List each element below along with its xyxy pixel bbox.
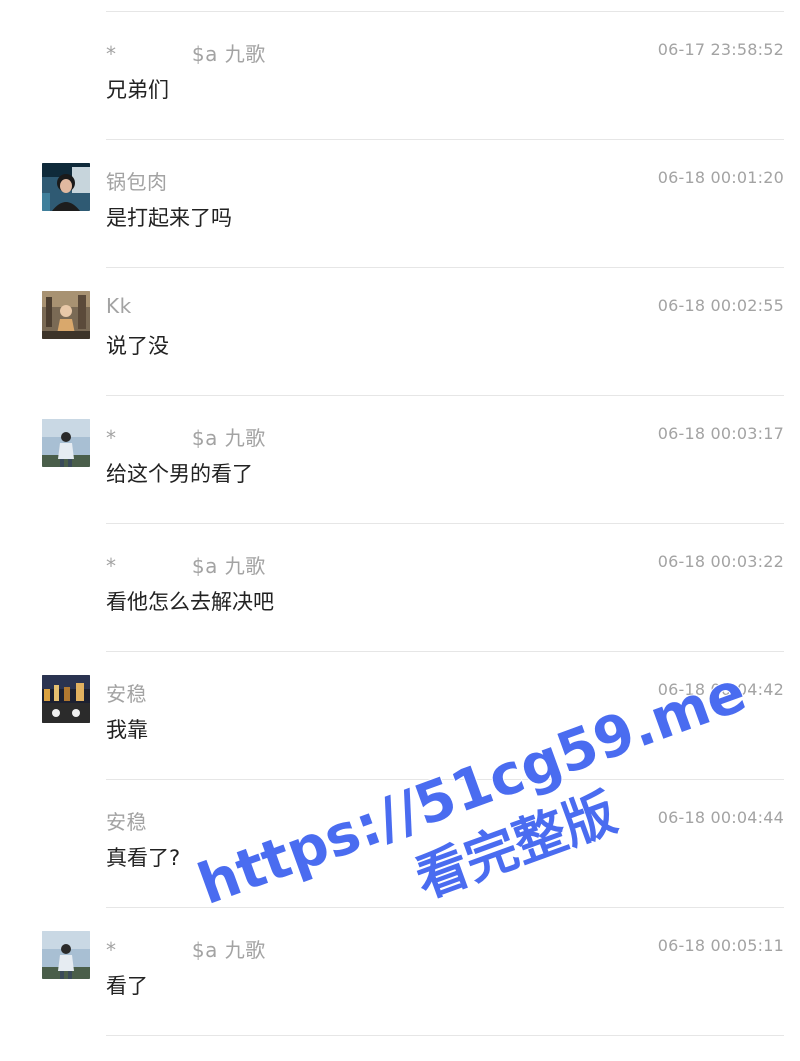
- photo-portrait-icon: [42, 163, 90, 211]
- message-text: 看了: [106, 974, 148, 998]
- list-item: 安稳 06-18 00:04:44 真看了?: [0, 780, 800, 908]
- timestamp: 06-18 00:05:11: [657, 936, 784, 955]
- timestamp: 06-18 00:02:55: [657, 296, 784, 315]
- username[interactable]: * $a 九歌: [106, 38, 266, 67]
- avatar[interactable]: [42, 163, 90, 211]
- username[interactable]: 锅包肉: [106, 166, 168, 195]
- message-text: 给这个男的看了: [106, 462, 253, 486]
- list-item: 锅包肉 06-18 00:01:20 是打起来了吗: [0, 140, 800, 268]
- comment-thread: * $a 九歌 06-17 23:58:52 兄弟们 锅包肉 06-18 00:…: [0, 0, 800, 1061]
- timestamp: 06-18 00:03:17: [657, 424, 784, 443]
- username[interactable]: 安稳: [106, 806, 147, 835]
- message-text: 我靠: [106, 718, 148, 742]
- list-item: * $a 九歌 06-18 00:03:22 看他怎么去解决吧: [0, 524, 800, 652]
- timestamp: 06-18 00:04:42: [657, 680, 784, 699]
- username[interactable]: 安稳: [106, 678, 147, 707]
- photo-person-sky-icon: [42, 419, 90, 467]
- photo-person-sky-icon: [42, 931, 90, 979]
- timestamp: 06-17 23:58:52: [657, 40, 784, 59]
- message-text: 看他怎么去解决吧: [106, 590, 274, 614]
- timestamp: 06-18 00:03:22: [657, 552, 784, 571]
- message-text: 说了没: [106, 334, 169, 358]
- list-item: Kk 06-18 00:02:55 说了没: [0, 268, 800, 396]
- message-text: 兄弟们: [106, 78, 169, 102]
- photo-street-icon: [42, 291, 90, 339]
- username[interactable]: * $a 九歌: [106, 934, 266, 963]
- username[interactable]: Kk: [106, 294, 132, 318]
- timestamp: 06-18 00:01:20: [657, 168, 784, 187]
- divider: [106, 1035, 784, 1036]
- photo-night-city-icon: [42, 675, 90, 723]
- username[interactable]: * $a 九歌: [106, 422, 266, 451]
- message-text: 是打起来了吗: [106, 206, 232, 230]
- list-item: 安稳 06-18 00:04:42 我靠: [0, 652, 800, 780]
- avatar[interactable]: [42, 931, 90, 979]
- avatar[interactable]: [42, 675, 90, 723]
- timestamp: 06-18 00:04:44: [657, 808, 784, 827]
- avatar[interactable]: [42, 291, 90, 339]
- list-item: * $a 九歌 06-18 00:03:17 给这个男的看了: [0, 396, 800, 524]
- username[interactable]: * $a 九歌: [106, 550, 266, 579]
- list-item: * $a 九歌 06-18 00:05:11 看了: [0, 908, 800, 1036]
- message-text: 真看了?: [106, 846, 181, 870]
- avatar[interactable]: [42, 419, 90, 467]
- list-item: * $a 九歌 06-17 23:58:52 兄弟们: [0, 12, 800, 140]
